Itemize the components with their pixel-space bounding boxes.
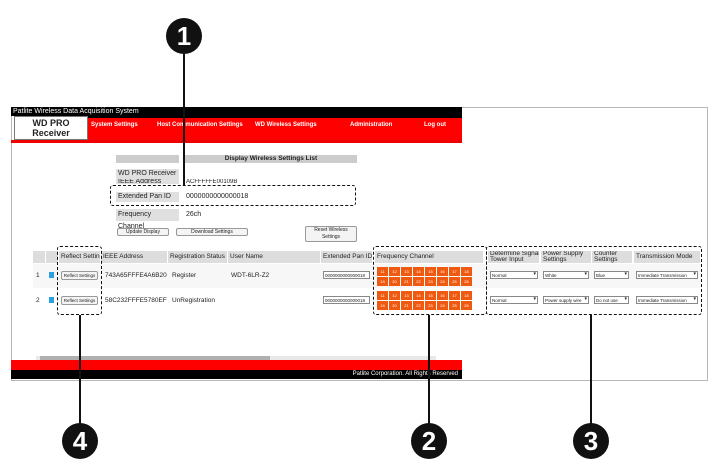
- highlight-box-pan-id: [110, 185, 356, 206]
- browser-frame: [11, 107, 708, 381]
- reset-button-line-2: Settings: [321, 234, 341, 240]
- registration-status-cell: Register: [172, 272, 197, 279]
- logo-line-1: WD PRO: [32, 118, 70, 128]
- header-user-name: User Name: [228, 251, 320, 263]
- pan-id-input[interactable]: 0000000000000018: [323, 271, 370, 279]
- callout-3: 3: [573, 423, 609, 459]
- row-select-checkbox[interactable]: [49, 297, 54, 303]
- header-ieee-address: IEEE Address: [101, 251, 167, 263]
- frequency-channel-value: 26ch: [186, 211, 202, 218]
- nav-wireless-settings[interactable]: WD Wireless Settings: [255, 122, 317, 128]
- callout-1: 1: [166, 18, 202, 54]
- reset-wireless-settings-button[interactable]: Reset Wireless Settings: [305, 226, 357, 242]
- callout-line-4: [79, 315, 81, 424]
- row-select-checkbox[interactable]: [49, 272, 54, 278]
- callout-line-3: [590, 315, 592, 424]
- nav-administration[interactable]: Administration: [350, 122, 392, 128]
- callout-2: 2: [411, 423, 447, 459]
- nav-host-communication[interactable]: Host Communication Settings: [157, 122, 243, 128]
- panel-header: Display Wireless Settings List: [116, 155, 357, 163]
- highlight-box-device-settings: [486, 246, 702, 315]
- panel-title: Display Wireless Settings List: [185, 155, 357, 163]
- receiver-label: WD PRO Receiver: [116, 169, 179, 179]
- update-display-button[interactable]: Update Display: [117, 228, 169, 236]
- logo-line-2: Receiver: [32, 128, 70, 138]
- window-title: Patlite Wireless Data Acquisition System: [11, 107, 462, 116]
- nav-logout[interactable]: Log out: [424, 122, 446, 128]
- highlight-box-reflect: [57, 246, 102, 315]
- nav-system-settings[interactable]: System Settings: [91, 122, 138, 128]
- header-registration-status: Registration Status: [168, 251, 227, 263]
- pan-id-input[interactable]: 0000000000000018: [323, 296, 370, 304]
- nav-underline: [11, 140, 462, 143]
- reset-button-line-1: Reset Wireless: [314, 227, 348, 233]
- callout-line-1: [183, 54, 185, 185]
- callout-4: 4: [62, 423, 98, 459]
- header-extended-pan-id: Extended Pan ID: [321, 251, 372, 263]
- ieee-address-cell: 743A65FFFE4A6B20: [105, 272, 167, 279]
- registration-status-cell: UnRegistration: [172, 297, 215, 304]
- ieee-label: IEEE Address: [116, 179, 179, 184]
- user-name-cell: WDT-6LR-Z2: [231, 272, 270, 279]
- highlight-box-frequency: [373, 246, 487, 315]
- header-row-number: [33, 251, 45, 263]
- download-settings-button[interactable]: Download Settings: [176, 228, 248, 236]
- row-number: 1: [36, 272, 40, 279]
- frequency-channel-label: Frequency Channel: [116, 209, 179, 230]
- row-number: 2: [36, 297, 40, 304]
- ieee-value: ACFFFFFE00109B: [186, 179, 238, 184]
- ieee-address-cell: 58C232FFFE5780EF: [105, 297, 167, 304]
- callout-line-2: [428, 315, 430, 424]
- product-logo: WD PRO Receiver: [14, 116, 88, 140]
- main-nav: System Settings Host Communication Setti…: [88, 116, 462, 140]
